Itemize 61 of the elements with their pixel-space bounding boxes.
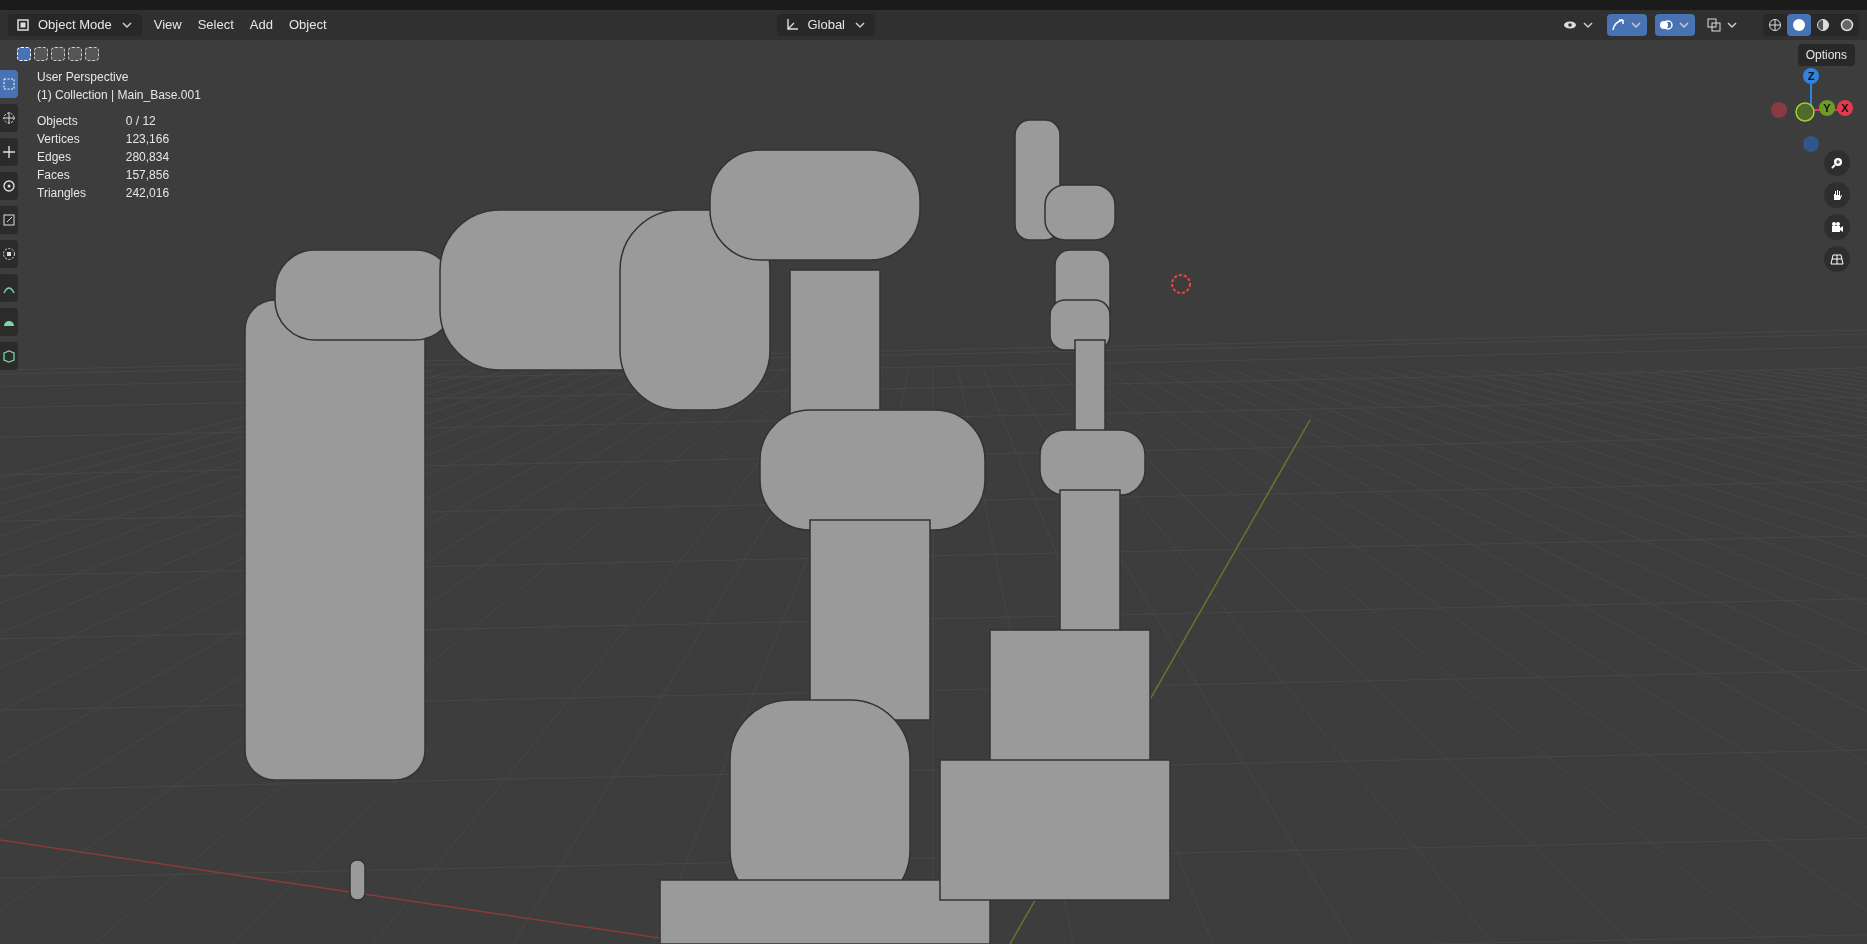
overlapping-circles-icon: [1659, 18, 1673, 32]
tool-button[interactable]: [0, 172, 18, 200]
stat-value: 242,016: [125, 185, 171, 202]
camera-icon: [1830, 220, 1844, 234]
selection-mode-button[interactable]: [51, 47, 65, 61]
stat-label: Edges: [37, 149, 73, 166]
mode-dropdown[interactable]: Object Mode: [8, 14, 142, 36]
collection-label: (1) Collection | Main_Base.001: [37, 87, 201, 104]
transform-icon: [2, 247, 16, 261]
tool-button[interactable]: [0, 308, 18, 336]
tool-button[interactable]: [0, 104, 18, 132]
menu-item[interactable]: Add: [249, 15, 273, 35]
tool-button[interactable]: [0, 240, 18, 268]
stat-label: Vertices: [37, 131, 81, 148]
options-dropdown[interactable]: Options: [1797, 44, 1855, 66]
orientation-dropdown[interactable]: Global: [777, 14, 875, 36]
circle-icon: [1792, 18, 1806, 32]
stat-value: 157,856: [125, 167, 171, 184]
globe-icon: [1768, 18, 1782, 32]
ring-icon: [1840, 18, 1854, 32]
axes-icon: [785, 18, 800, 32]
toggle-button[interactable]: [1655, 14, 1695, 36]
axis-ball[interactable]: [1795, 102, 1815, 122]
cube-square-icon: [16, 18, 30, 32]
view-name: User Perspective: [37, 69, 130, 86]
dashed-box-icon: [2, 77, 16, 91]
tool-button[interactable]: [0, 274, 18, 302]
scale-icon: [2, 213, 16, 227]
nav-button[interactable]: [1824, 182, 1850, 208]
stat-label: Objects: [37, 113, 79, 130]
axis-ball[interactable]: Y: [1819, 100, 1835, 116]
nav-button[interactable]: [1824, 150, 1850, 176]
stat-value: 280,834: [125, 149, 171, 166]
nav-button[interactable]: [1824, 214, 1850, 240]
stat-label: Faces: [37, 167, 71, 184]
magnifier-plus-icon: [1830, 156, 1844, 170]
tool-button[interactable]: [0, 138, 18, 166]
orientation-label: Global: [807, 16, 845, 35]
tool-button[interactable]: [0, 342, 18, 370]
menu-item[interactable]: View: [153, 15, 182, 35]
menu-item[interactable]: Object: [288, 15, 327, 35]
toggle-button[interactable]: [1607, 14, 1647, 36]
stat-label: Triangles: [37, 185, 87, 202]
selection-mode-button[interactable]: [34, 47, 48, 61]
stat-value: 0 / 12: [125, 113, 157, 130]
menu-item[interactable]: Select: [197, 15, 234, 35]
grid-icon: [1830, 252, 1844, 266]
stat-value: 123,166: [125, 131, 171, 148]
arrow-icon: [1611, 18, 1625, 32]
selection-mode-button[interactable]: [68, 47, 82, 61]
3d-cursor-icon: [1171, 274, 1191, 294]
overlapping-squares-icon: [1707, 18, 1721, 32]
mode-label: Object Mode: [38, 16, 112, 35]
axis-ball[interactable]: Z: [1803, 68, 1819, 84]
selection-mode-button[interactable]: [85, 47, 99, 61]
axis-ball[interactable]: X: [1837, 100, 1853, 116]
half-circle-icon: [1816, 18, 1830, 32]
crosshair-icon: [2, 111, 16, 125]
nav-button[interactable]: [1824, 246, 1850, 272]
shading-button[interactable]: [1787, 14, 1811, 36]
rotate-icon: [2, 179, 16, 193]
